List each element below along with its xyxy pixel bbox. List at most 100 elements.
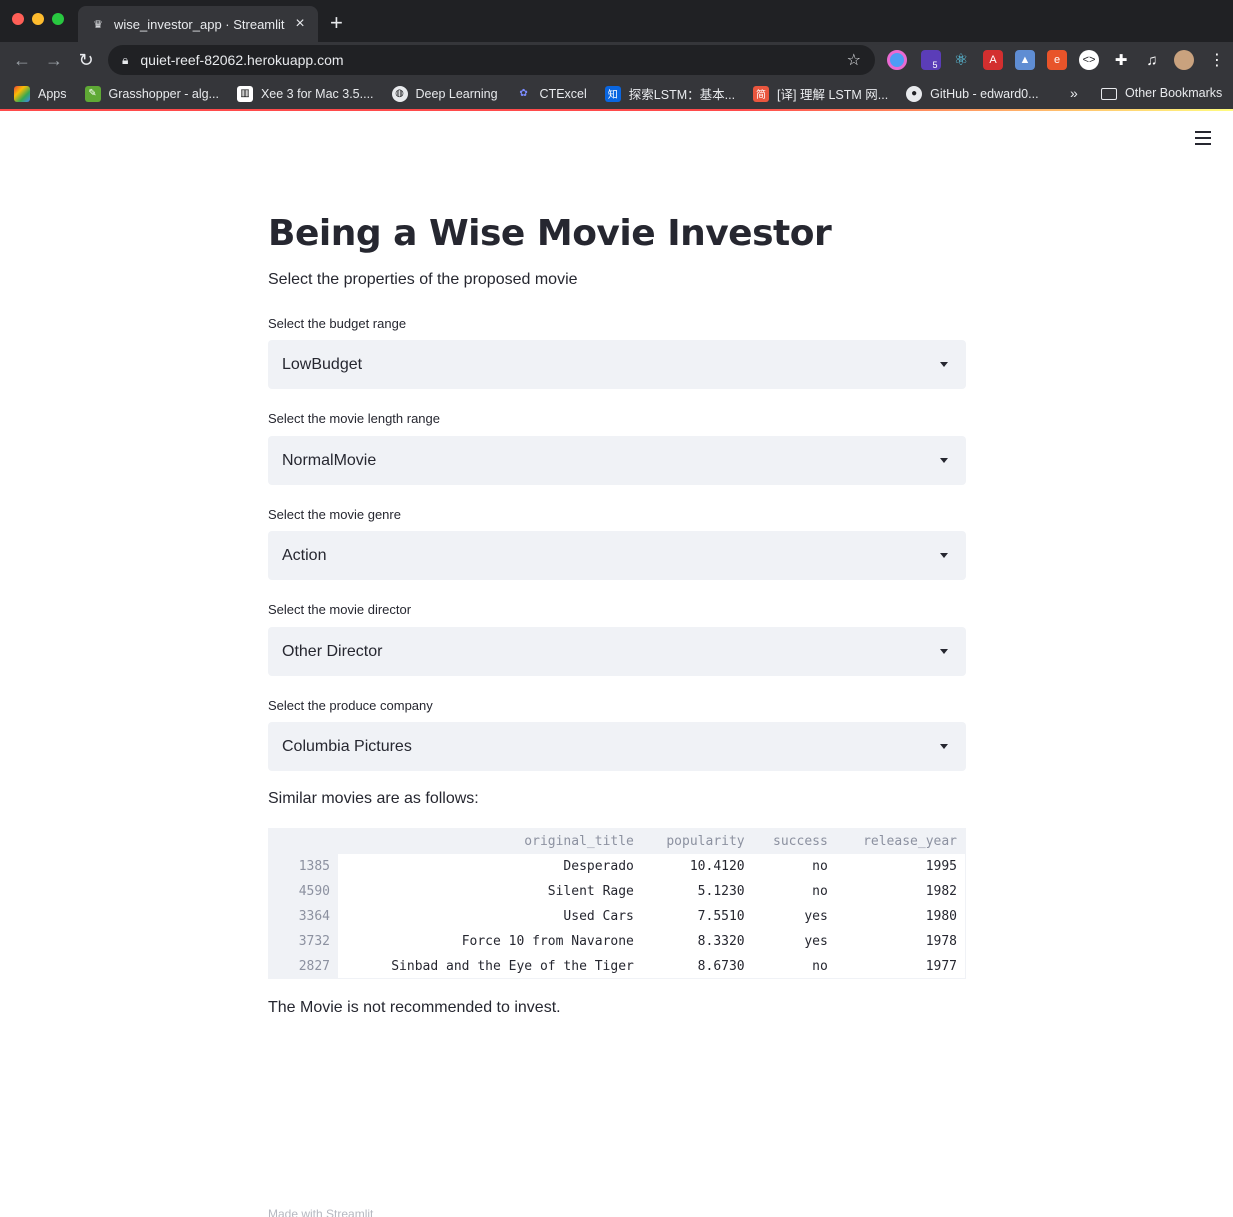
cell-release-year: 1995 — [925, 859, 957, 874]
column-header[interactable]: original_title — [338, 829, 642, 854]
reload-icon[interactable]: ↻ — [74, 48, 98, 72]
column-header[interactable]: popularity — [641, 829, 753, 854]
acrobat-extension-icon[interactable]: A — [983, 50, 1003, 70]
color-picker-extension-icon[interactable] — [887, 50, 907, 70]
more-bookmarks-chevron-icon[interactable]: » — [1070, 78, 1078, 109]
column-header[interactable]: success — [752, 829, 836, 854]
bookmarks-bar: Apps ✎ Grasshopper - alg... ▥ Xee 3 for Ma… — [0, 78, 1233, 109]
column-header[interactable]: release_year — [835, 829, 965, 854]
browser-chrome: ♛ wise_investor_app · Streamlit × + ← → … — [0, 0, 1233, 111]
budget-range-select[interactable]: LowBudget — [268, 340, 966, 389]
bookmark-item[interactable]: ▥ Xee 3 for Mac 3.5.... — [236, 85, 374, 102]
cell-popularity: 5.1230 — [697, 884, 745, 899]
similar-movies-heading: Similar movies are as follows: — [268, 790, 479, 807]
streamlit-decoration-bar — [0, 109, 1233, 111]
window-controls — [12, 13, 64, 25]
index-column-header — [269, 829, 338, 854]
bookmark-item[interactable]: 知探索LSTM：基本... — [604, 84, 736, 103]
react-devtools-icon[interactable]: ⚛ — [951, 50, 971, 70]
select-value: NormalMovie — [282, 451, 377, 469]
back-arrow-icon[interactable]: ← — [10, 48, 34, 72]
cell-release-year: 1980 — [925, 909, 957, 924]
other-bookmarks-label: Other Bookmarks — [1125, 86, 1223, 100]
bookmark-label: [译] 理解 LSTM 网... — [777, 88, 889, 102]
row-index: 3732 — [269, 929, 338, 954]
bookmark-label: Grasshopper - alg... — [108, 86, 219, 101]
new-tab-button[interactable]: + — [330, 10, 343, 36]
media-control-icon[interactable]: ♫ — [1142, 50, 1162, 70]
table-row: 3732 Force 10 from Navarone 8.3320 yes 1… — [269, 929, 965, 954]
movie-length-select[interactable]: NormalMovie — [268, 436, 966, 485]
browser-tab[interactable]: ♛ wise_investor_app · Streamlit × — [78, 6, 318, 42]
chevron-down-icon — [940, 553, 948, 558]
lock-icon: 🔒︎ — [122, 52, 129, 67]
bookmark-item[interactable]: ◍ Deep Learning — [391, 85, 498, 102]
main-content: Being a Wise Movie Investor Select the p… — [268, 210, 966, 1016]
table-row: 2827 Sinbad and the Eye of the Tiger 8.6… — [269, 954, 965, 979]
puzzle-extensions-icon[interactable]: ✚ — [1111, 50, 1131, 70]
evernote-extension-icon[interactable]: e — [1047, 50, 1067, 70]
bookmark-item[interactable]: Apps — [14, 85, 67, 102]
extension-badge-icon[interactable]: 5 — [921, 50, 941, 70]
jianshu-icon: 简 — [753, 85, 770, 102]
close-tab-icon[interactable]: × — [292, 15, 308, 33]
profile-avatar[interactable] — [1174, 50, 1194, 70]
extension-badge-count: 5 — [932, 60, 938, 70]
table-row: 4590 Silent Rage 5.1230 no 1982 — [269, 879, 965, 904]
maximize-window-button[interactable] — [52, 13, 64, 25]
tab-title: wise_investor_app · Streamlit — [114, 16, 285, 32]
xee-icon: ▥ — [236, 85, 253, 102]
cell-original-title: Desperado — [563, 859, 634, 874]
bookmark-item[interactable]: 简 [译] 理解 LSTM 网... — [753, 84, 888, 103]
code-extension-icon[interactable]: <> — [1079, 50, 1099, 70]
image-extension-icon[interactable]: ▲ — [1015, 50, 1035, 70]
minimize-window-button[interactable] — [32, 13, 44, 25]
close-window-button[interactable] — [12, 13, 24, 25]
recommendation-result: The Movie is not recommended to invest. — [268, 999, 561, 1016]
address-bar[interactable]: 🔒︎ quiet-reef-82062.herokuapp.com ☆ — [108, 45, 875, 75]
hamburger-menu-icon[interactable] — [1195, 131, 1211, 145]
page-title: Being a Wise Movie Investor — [268, 213, 832, 254]
bookmark-star-icon[interactable]: ☆ — [847, 50, 861, 70]
row-index: 4590 — [269, 879, 338, 904]
other-bookmarks-folder[interactable]: Other Bookmarks — [1101, 78, 1222, 109]
bookmark-label: 探索LSTM：基本... — [628, 88, 736, 102]
cell-popularity: 8.6730 — [697, 959, 745, 974]
apps-grid-icon — [14, 85, 30, 102]
browser-menu-icon[interactable]: ⋮ — [1207, 50, 1227, 70]
cell-popularity: 7.5510 — [697, 909, 745, 924]
zhihu-icon: 知 — [604, 85, 621, 102]
chevron-down-icon — [940, 649, 948, 654]
bookmark-item[interactable]: ✎ Grasshopper - alg... — [84, 85, 219, 102]
select-value: LowBudget — [282, 355, 363, 373]
made-with-streamlit-link[interactable]: Made with Streamlit — [268, 1207, 373, 1217]
cell-release-year: 1978 — [925, 934, 957, 949]
cell-success: yes — [804, 934, 828, 949]
forward-arrow-icon[interactable]: → — [42, 48, 66, 72]
similar-movies-table[interactable]: original_title popularity success releas… — [268, 828, 966, 979]
chevron-down-icon — [940, 458, 948, 463]
streamlit-crown-icon: ♛ — [93, 18, 103, 31]
movie-genre-select[interactable]: Action — [268, 531, 966, 580]
bookmark-item[interactable]: ● GitHub - edward0... — [906, 85, 1039, 102]
movie-director-select[interactable]: Other Director — [268, 627, 966, 676]
folder-icon — [1101, 87, 1117, 100]
select-value: Action — [282, 546, 327, 564]
bookmark-label: Xee 3 for Mac 3.5.... — [260, 86, 374, 101]
row-index: 1385 — [269, 854, 338, 879]
cell-original-title: Used Cars — [563, 909, 634, 924]
grasshopper-icon: ✎ — [84, 85, 101, 102]
bookmark-label: CTExcel — [539, 86, 587, 101]
movie-genre-label: Select the movie genre — [268, 507, 401, 522]
produce-company-select[interactable]: Columbia Pictures — [268, 722, 966, 771]
bookmark-item[interactable]: ✿ CTExcel — [516, 86, 587, 102]
cell-release-year: 1982 — [925, 884, 957, 899]
budget-range-label: Select the budget range — [268, 316, 407, 331]
url-text: quiet-reef-82062.herokuapp.com — [140, 52, 344, 68]
select-value: Other Director — [282, 642, 383, 660]
bookmark-label: Apps — [38, 86, 67, 101]
select-value: Columbia Pictures — [282, 737, 412, 755]
cell-release-year: 1977 — [925, 959, 957, 974]
globe-icon: ◍ — [391, 85, 408, 102]
row-index: 2827 — [269, 954, 338, 979]
